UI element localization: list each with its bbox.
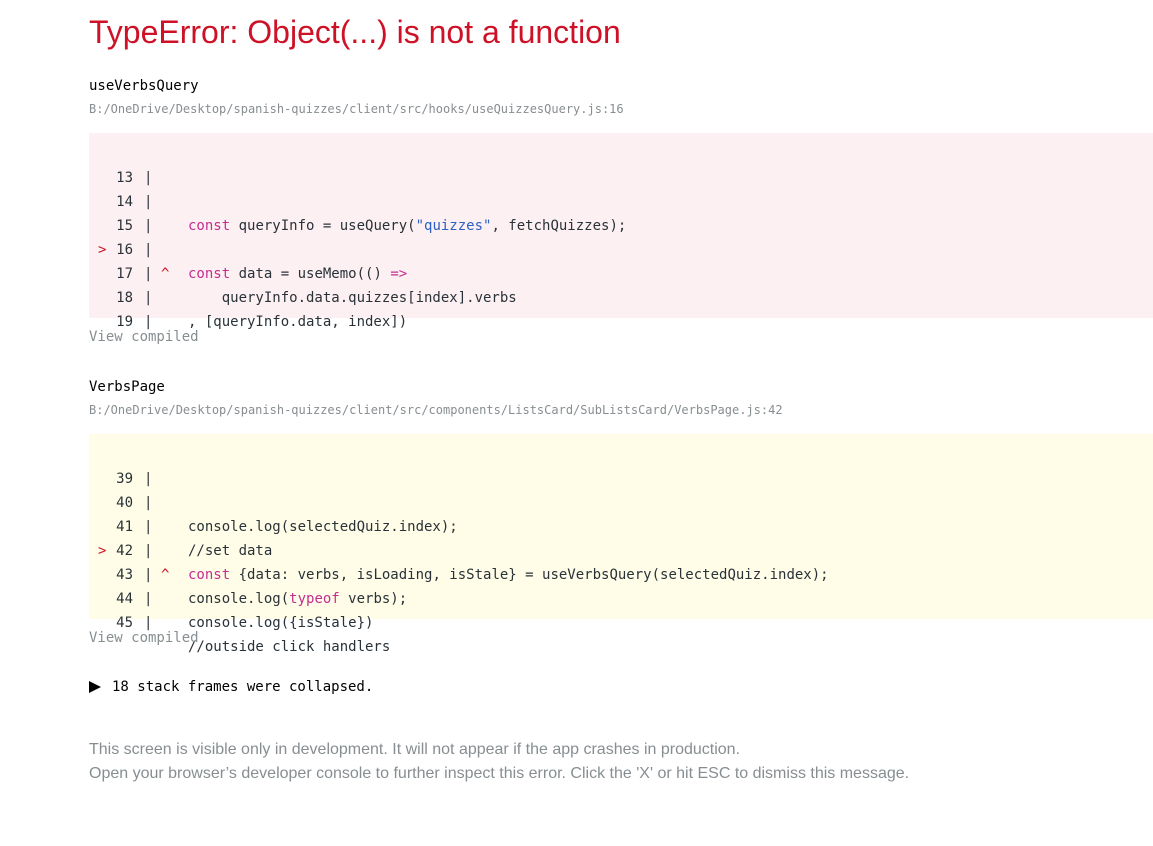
footer-line-2: Open your browser’s developer console to… [89, 765, 910, 782]
code-line: 14 | const queryInfo = useQuery("quizzes"… [116, 194, 627, 234]
code-line: 40 | console.log(selectedQuiz.index); [116, 495, 458, 535]
code-snippet-context: 39 | 40 | console.log(selectedQuiz.index);… [89, 434, 1153, 655]
frame-function-name: useVerbsQuery [89, 78, 199, 94]
frame-file-path: B:/OneDrive/Desktop/spanish-quizzes/clie… [89, 403, 783, 417]
code-line: 15 | [116, 218, 153, 234]
code-line-highlighted: >16 | const data = useMemo(() => [89, 214, 1153, 282]
code-line: 45 | //outside click handlers [116, 615, 391, 655]
footer-line-1: This screen is visible only in developme… [89, 741, 741, 758]
code-snippet-error: 13 | 14 | const queryInfo = useQuery("quiz… [89, 133, 1153, 330]
frame-file-path: B:/OneDrive/Desktop/spanish-quizzes/clie… [89, 102, 624, 116]
code-line: 39 | [116, 471, 153, 487]
collapsed-frames-label: 18 stack frames were collapsed. [112, 679, 374, 695]
code-line: 17 | ^ queryInfo.data.quizzes[index].verbs [89, 238, 1153, 306]
triangle-right-icon [89, 681, 101, 693]
view-compiled-link[interactable]: View compiled [89, 628, 199, 648]
code-line: 13 | [116, 170, 153, 186]
view-compiled-link[interactable]: View compiled [89, 327, 199, 347]
error-title: TypeError: Object(...) is not a function [89, 14, 621, 50]
frame-function-name: VerbsPage [89, 379, 165, 395]
collapsed-frames-toggle[interactable]: 18 stack frames were collapsed. [89, 677, 373, 697]
dev-footer-notice: This screen is visible only in developme… [89, 738, 909, 786]
code-line: 43 | ^ console.log(typeof verbs); [89, 539, 1153, 607]
code-line-highlighted: >42 | const {data: verbs, isLoading, isSt… [89, 515, 1153, 583]
code-line: 18 | , [queryInfo.data, index]) [116, 290, 408, 330]
code-line: 41 | //set data [116, 519, 273, 559]
code-line: 44 | console.log({isStale}) [116, 591, 374, 631]
code-line: 19 | [116, 314, 153, 330]
